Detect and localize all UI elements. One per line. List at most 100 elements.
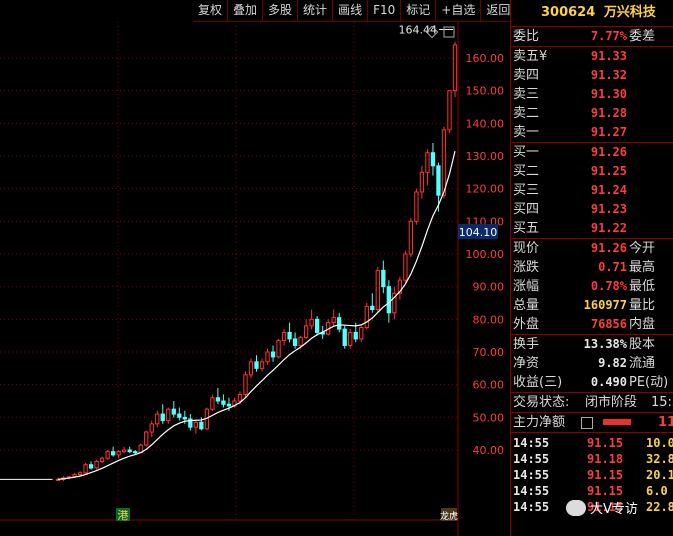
stat-label-2: 最高: [629, 260, 656, 275]
buy-label: 买三: [513, 183, 540, 198]
toolbar-button[interactable]: 叠加: [227, 0, 263, 22]
buy-label: 买一: [513, 145, 540, 160]
candle-body: [110, 451, 116, 456]
candle-body: [259, 361, 265, 369]
trade-volume: 32.8: [646, 452, 673, 466]
candle-body: [276, 340, 281, 358]
candle-body: [77, 472, 83, 476]
toolbar-button[interactable]: 统计: [297, 0, 333, 22]
trade-row: 14:55 91.15 20.1: [511, 467, 673, 483]
candle-body: [408, 220, 414, 255]
buy-label: 买五: [513, 221, 540, 236]
candle-body: [403, 253, 408, 281]
stat-row: 涨跌 0.71 最高: [511, 258, 673, 277]
stat-label-2: 流通: [629, 356, 656, 371]
sell-row: 卖二 91.28: [511, 104, 673, 123]
y-tick-label: 100.00: [466, 248, 505, 261]
candle-body: [99, 457, 105, 462]
stat-label-2: 量比: [629, 298, 656, 313]
candle-body: [441, 129, 447, 196]
menu-icon[interactable]: [581, 417, 593, 429]
stat-label-2: 股本: [629, 337, 656, 352]
candle-body: [166, 408, 171, 422]
candle-body: [419, 171, 425, 193]
dragon-tiger-badge-text: 龙虎: [440, 510, 458, 522]
candle-body: [287, 331, 292, 340]
trade-price: 91.18: [587, 452, 624, 466]
stock-name: 万兴科技: [603, 5, 656, 20]
toolbar-button[interactable]: 复权: [193, 0, 228, 22]
sell-price: 91.28: [590, 106, 627, 120]
toolbar-button[interactable]: +自选: [435, 0, 481, 22]
trade-price: 91.15: [587, 484, 624, 498]
stat-value: 160977: [583, 298, 627, 312]
candle-body: [370, 305, 375, 311]
stat-label: 外盘: [513, 317, 540, 332]
candle-body: [331, 317, 336, 324]
stat-label: 现价: [513, 241, 540, 256]
main-force-bar: [603, 419, 631, 425]
trade-volume: 6.0: [646, 484, 668, 498]
candle-body: [425, 152, 430, 173]
candle-body: [292, 338, 298, 346]
stock-code: 300624: [541, 5, 596, 20]
candle-body: [414, 191, 419, 222]
buy-label: 买二: [513, 164, 540, 179]
trade-row: 14:55 91.18 32.8: [511, 451, 673, 467]
stat-value: 76856: [590, 317, 627, 331]
price-chart[interactable]: 160.00150.00140.00130.00120.00110.00100.…: [0, 0, 510, 536]
candle-body: [221, 400, 226, 405]
trade-time: 14:55: [513, 468, 550, 482]
trade-volume: 10.0: [646, 436, 673, 450]
trade-row: 14:55 91.15 6.0: [511, 483, 673, 499]
window-icon: [443, 26, 455, 38]
fundamental-stats: 换手 13.38% 股本 净资 9.82 流通 收益(三) 0.490 PE(动…: [511, 335, 673, 393]
toolbar-button[interactable]: 多股: [262, 0, 298, 22]
candle-body: [127, 449, 132, 453]
candle-body: [94, 460, 99, 469]
stat-row: 收益(三) 0.490 PE(动): [511, 373, 673, 392]
quote-panel: 300624 万兴科技 委比 7.77% 委差 卖五¥ 91.33 卖四 91.…: [510, 0, 673, 536]
buy-row: 买一 91.26: [511, 143, 673, 162]
weibi-label: 委比: [513, 29, 540, 44]
main-force-row[interactable]: 主力净额 11: [511, 413, 673, 433]
candle-body: [359, 327, 364, 340]
stat-label-2: 内盘: [629, 317, 656, 332]
kline-chart-area[interactable]: 160.00 150.00 140.00 130.00 120.00 110.00 100.…: [0, 0, 516, 536]
stat-row: 外盘 76856 内盘: [511, 315, 673, 334]
candle-body: [381, 269, 386, 288]
stat-row: 现价 91.26 今开: [511, 239, 673, 258]
buy-price: 91.26: [590, 145, 627, 159]
candle-body: [364, 305, 369, 328]
buy-price: 91.25: [590, 164, 627, 178]
watermark-text: 大V专访: [590, 502, 638, 517]
sell-row: 卖五¥ 91.33: [511, 47, 673, 66]
buy-label: 买四: [513, 202, 540, 217]
candle-body: [133, 451, 138, 454]
sell-price: 91.30: [590, 87, 627, 101]
candle-body: [353, 331, 358, 340]
toolbar-button[interactable]: 标记: [400, 0, 436, 22]
weibi-value: 7.77%: [590, 29, 627, 43]
stat-value: 91.26: [590, 241, 627, 255]
candle-body: [270, 351, 276, 358]
candle-body: [303, 325, 309, 338]
toolbar-button[interactable]: F10: [367, 0, 401, 22]
yen-icon: ¥: [539, 49, 548, 64]
y-tick-label: 70.00: [473, 346, 505, 359]
y-tick-label: 90.00: [473, 281, 505, 294]
candle-body: [237, 393, 243, 402]
toolbar-button[interactable]: 画线: [332, 0, 368, 22]
buy-orders: 买一 91.26 买二 91.25 买三 91.24 买四 91.23 买五 9…: [511, 143, 673, 239]
weicha-label: 委差: [629, 29, 656, 44]
candle-body: [83, 464, 88, 474]
high-price-label: 164.44: [399, 23, 438, 36]
trade-status-value: 闭市阶段: [585, 395, 638, 410]
stat-label: 总量: [513, 298, 540, 313]
candle-body: [210, 397, 215, 410]
stat-value: 0.490: [590, 375, 627, 389]
candle-body: [88, 464, 94, 469]
candle-body: [122, 449, 127, 453]
stat-row: 净资 9.82 流通: [511, 354, 673, 373]
stat-row: 总量 160977 量比: [511, 296, 673, 315]
